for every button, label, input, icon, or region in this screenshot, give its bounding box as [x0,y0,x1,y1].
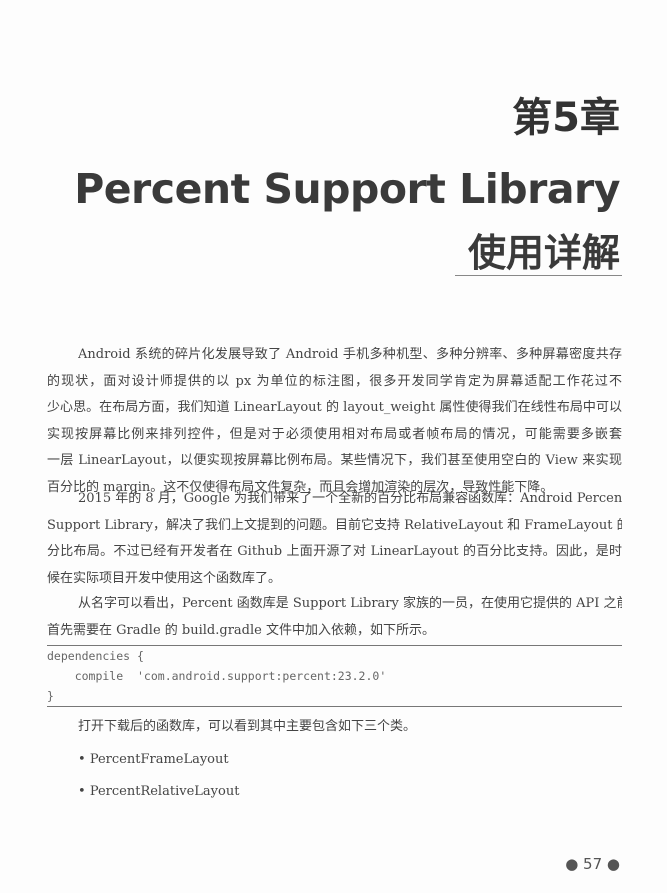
paragraph-line: 打开下载后的函数库，可以看到其中主要包含如下三个类。 [78,719,417,734]
paragraph-line: 实现按屏幕比例来排列控件，但是对于必须使用相对布局或者帧布局的情况，可能需要多嵌… [47,426,622,442]
paragraph-line: 候在实际项目开发中使用这个函数库了。 [47,570,282,586]
paragraph-line: 分比布局。不过已经有开发者在 Github 上面开源了对 LinearLayou… [47,544,622,559]
paragraph-line: 一层 LinearLayout，以便实现按屏幕比例布局。某些情况下，我们甚至使用… [47,453,622,468]
page-number: ● 57 ● [565,855,620,873]
code-line: compile 'com.android.support:percent:23.… [47,669,387,683]
code-rule-bottom [47,706,622,707]
code-rule-top [47,645,622,646]
book-page: 第5章 Percent Support Library 使用详解 Android… [0,0,667,893]
chapter-title-cn: 使用详解 [467,231,620,275]
chapter-title-en: Percent Support Library [74,165,620,213]
paragraph-line: 少心思。在布局方面，我们知道 LinearLayout 的 layout_wei… [47,400,622,415]
paragraph-line: Support Library，解决了我们上文提到的问题。目前它支持 Relat… [47,517,622,533]
bullet-text: PercentRelativeLayout [89,784,240,799]
paragraph-line: 首先需要在 Gradle 的 build.gradle 文件中加入依赖，如下所示… [47,622,435,638]
bullet-item: • PercentRelativeLayout [78,784,240,799]
bullet-item: • PercentFrameLayout [78,752,229,767]
paragraph-line: 2015 年的 8 月，Google 为我们带来了一个全新的百分比布局兼容函数库… [78,491,622,506]
title-rule [455,275,622,276]
code-line: } [47,689,54,703]
chapter-number: 第5章 [512,95,620,141]
paragraph-line: 的现状，面对设计师提供的以 px 为单位的标注图，很多开发同学肯定为屏幕适配工作… [47,373,622,389]
paragraph-line: Android 系统的碎片化发展导致了 Android 手机多种机型、多种分辨率… [78,347,622,362]
paragraph-line: 从名字可以看出，Percent 函数库是 Support Library 家族的… [78,596,622,611]
bullet-text: PercentFrameLayout [89,752,229,767]
code-line: dependencies { [47,649,144,663]
page-number-text: 57 [583,855,603,873]
